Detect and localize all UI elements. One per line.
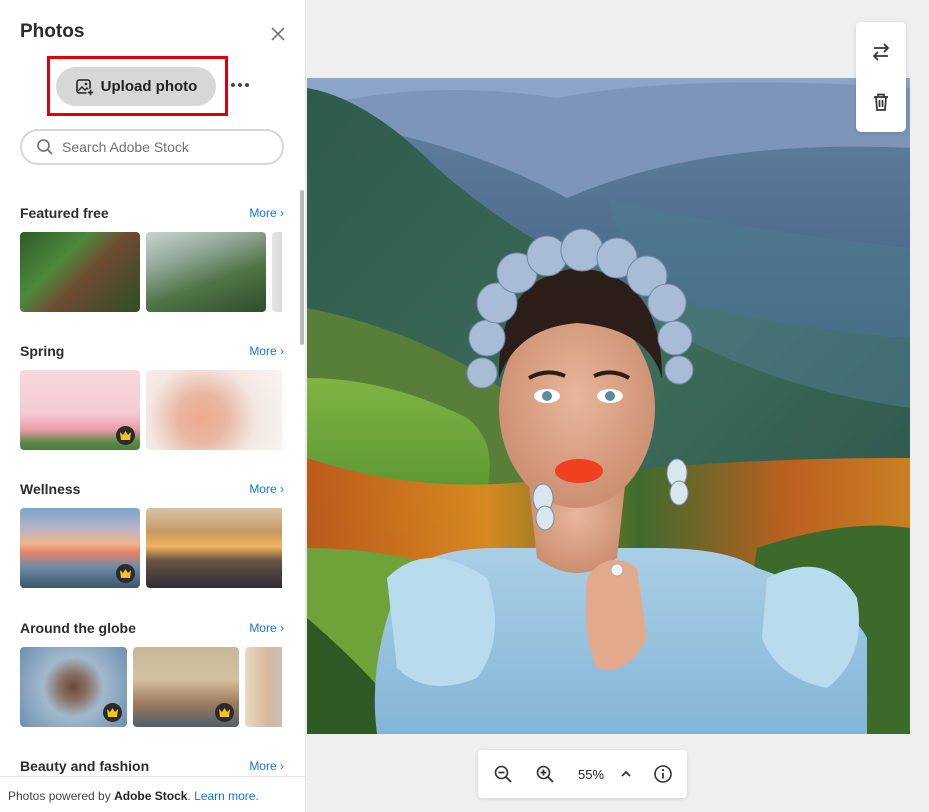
upload-photo-label: Upload photo — [100, 78, 198, 95]
zoom-level: 55% — [578, 767, 605, 782]
swap-icon[interactable] — [869, 40, 893, 64]
footer-brand: Adobe Stock — [114, 789, 188, 803]
canvas-image[interactable] — [307, 78, 910, 734]
crown-icon — [103, 703, 122, 722]
search-input[interactable] — [62, 139, 262, 155]
more-link[interactable]: More › — [249, 482, 284, 496]
footer-prefix: Photos powered by — [8, 789, 115, 803]
learn-more-link[interactable]: Learn more. — [194, 789, 259, 803]
section-title: Featured free — [20, 205, 109, 221]
more-label: More — [249, 344, 277, 358]
section-header-spring: Spring More › — [20, 342, 284, 360]
crown-icon — [116, 564, 135, 583]
image-tools-panel — [856, 22, 906, 132]
thumbnail-row-wellness — [20, 508, 282, 588]
thumbnail-row-featured-free — [20, 232, 282, 312]
photo-thumbnail[interactable] — [146, 508, 282, 588]
photos-panel: Photos Upload photo Featured free More › — [0, 0, 306, 812]
crown-icon — [281, 564, 282, 583]
photo-thumbnail[interactable] — [20, 232, 140, 312]
crown-icon — [116, 426, 135, 445]
more-link[interactable]: More › — [249, 621, 284, 635]
section-header-beauty-and-fashion: Beauty and fashion More › — [20, 757, 284, 775]
search-field[interactable] — [20, 129, 284, 165]
crown-icon — [215, 703, 234, 722]
photo-thumbnail[interactable] — [245, 647, 282, 727]
photo-thumbnail[interactable] — [20, 508, 140, 588]
more-link[interactable]: More › — [249, 206, 284, 220]
photo-thumbnail[interactable] — [272, 232, 282, 312]
section-title: Spring — [20, 343, 65, 359]
search-icon — [37, 139, 53, 155]
more-label: More — [249, 621, 277, 635]
more-horizontal-icon[interactable] — [230, 78, 250, 92]
thumbnail-row-around-the-globe — [20, 647, 282, 727]
image-add-icon — [75, 78, 95, 96]
more-link[interactable]: More › — [249, 344, 284, 358]
more-link[interactable]: More › — [249, 759, 284, 773]
panel-footer: Photos powered by Adobe Stock. Learn mor… — [0, 776, 305, 812]
photo-thumbnail[interactable] — [133, 647, 239, 727]
photo-thumbnail[interactable] — [146, 232, 266, 312]
panel-title: Photos — [20, 21, 85, 42]
photo-thumbnail[interactable] — [20, 647, 127, 727]
section-title: Wellness — [20, 481, 81, 497]
thumbnail-row-spring — [20, 370, 282, 450]
footer-suffix: . — [187, 789, 191, 803]
trash-icon[interactable] — [869, 90, 893, 114]
photo-thumbnail[interactable] — [146, 370, 282, 450]
more-label: More — [249, 206, 277, 220]
more-label: More — [249, 759, 277, 773]
panel-scrollbar[interactable] — [300, 190, 304, 345]
info-icon[interactable] — [653, 764, 673, 784]
zoom-in-icon[interactable] — [535, 764, 555, 784]
zoom-toolbar: 55% — [478, 750, 687, 798]
zoom-out-icon[interactable] — [493, 764, 513, 784]
more-label: More — [249, 482, 277, 496]
photo-thumbnail[interactable] — [20, 370, 140, 450]
section-title: Beauty and fashion — [20, 758, 150, 774]
section-header-wellness: Wellness More › — [20, 480, 284, 498]
section-header-featured-free: Featured free More › — [20, 204, 284, 222]
chevron-up-icon[interactable] — [616, 764, 636, 784]
section-title: Around the globe — [20, 620, 136, 636]
section-header-around-the-globe: Around the globe More › — [20, 619, 284, 637]
upload-photo-button[interactable]: Upload photo — [56, 67, 216, 106]
close-icon[interactable] — [268, 24, 288, 44]
